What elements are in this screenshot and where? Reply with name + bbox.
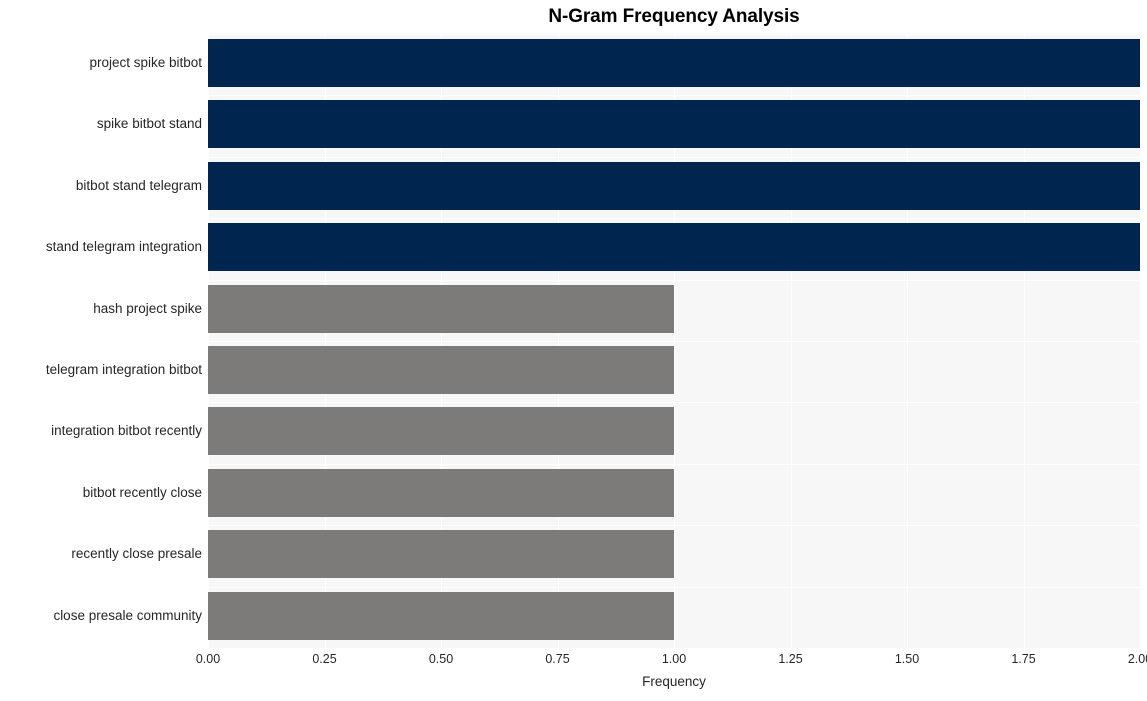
bar — [208, 100, 1140, 149]
chart-figure: N-Gram Frequency Analysis project spike … — [0, 0, 1147, 701]
gridline-horizontal — [208, 402, 1140, 403]
x-axis-tick-label: 1.00 — [661, 652, 687, 666]
y-axis-tick-label: project spike bitbot — [89, 55, 202, 70]
gridline-horizontal — [208, 157, 1140, 158]
x-axis-tick-label: 0.75 — [545, 652, 570, 666]
bar — [208, 591, 674, 640]
x-axis-tick-label: 0.00 — [195, 652, 221, 666]
bar — [208, 530, 674, 579]
bar — [208, 346, 674, 394]
gridline-horizontal — [208, 280, 1140, 281]
gridline-horizontal — [208, 34, 1140, 35]
bar — [208, 161, 1140, 210]
y-axis-tick-label: spike bitbot stand — [96, 116, 202, 132]
gridline-horizontal — [208, 525, 1140, 526]
bar — [208, 39, 1140, 87]
chart-title: N-Gram Frequency Analysis — [548, 6, 800, 27]
plot-area — [208, 34, 1140, 648]
x-axis-tick-label: 1.75 — [1011, 652, 1036, 666]
bar — [208, 284, 674, 333]
x-axis-tick-label: 1.50 — [894, 652, 920, 666]
y-axis-tick-label: close presale community — [53, 607, 202, 623]
gridline-horizontal — [208, 464, 1140, 465]
y-axis-tick-label: integration bitbot recently — [51, 423, 202, 439]
gridline-horizontal — [208, 95, 1140, 96]
gridline-horizontal — [208, 587, 1140, 588]
y-axis-tick-label: hash project spike — [93, 300, 202, 316]
y-axis-tick-label: telegram integration bitbot — [45, 362, 202, 377]
x-axis-tick-label: 0.50 — [428, 652, 454, 666]
y-axis-tick-label: recently close presale — [71, 546, 202, 562]
gridline-horizontal — [208, 218, 1140, 219]
x-axis-tick-label: 1.25 — [778, 652, 803, 666]
bar — [208, 407, 674, 456]
y-axis-tick-label: bitbot stand telegram — [75, 177, 202, 193]
gridline-horizontal — [208, 341, 1140, 342]
x-axis-tick-label: 2.00 — [1127, 652, 1147, 666]
bar — [208, 223, 1140, 272]
x-axis-label: Frequency — [642, 674, 706, 689]
y-axis-tick-label: stand telegram integration — [45, 239, 202, 255]
y-axis-tick-label: bitbot recently close — [82, 484, 202, 500]
x-axis-tick-label: 0.25 — [312, 652, 337, 666]
bar — [208, 468, 674, 517]
